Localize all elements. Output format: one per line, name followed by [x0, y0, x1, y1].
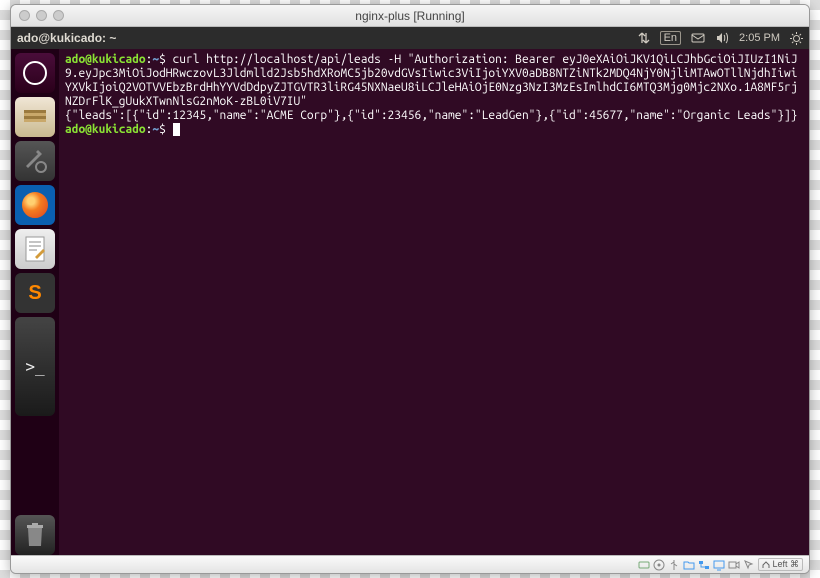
vm-window: nginx-plus [Running] ado@kukicado: ~ En … — [10, 4, 810, 574]
sb-display-icon[interactable] — [713, 559, 725, 571]
messaging-icon[interactable] — [691, 32, 705, 44]
terminal-icon[interactable]: >_ — [15, 317, 55, 416]
mac-titlebar: nginx-plus [Running] — [11, 5, 809, 27]
network-icon[interactable] — [636, 32, 650, 44]
command-text: curl http://localhost/api/leads -H "Auth… — [65, 53, 798, 108]
sb-hd-icon[interactable] — [638, 559, 650, 571]
clock[interactable]: 2:05 PM — [739, 32, 780, 44]
sb-net-icon[interactable] — [698, 559, 710, 571]
keyboard-indicator[interactable]: En — [660, 31, 681, 45]
ubuntu-desktop: ado@kukicado: ~ En 2:05 PM — [11, 27, 809, 555]
close-icon[interactable] — [19, 10, 30, 21]
firefox-icon[interactable] — [15, 185, 55, 225]
text-editor-icon[interactable] — [15, 229, 55, 269]
sb-mouse-icon[interactable] — [743, 559, 755, 571]
window-title: nginx-plus [Running] — [355, 9, 464, 23]
cursor — [173, 123, 180, 136]
prompt-user: ado@kukicado — [65, 123, 146, 136]
sb-camera-icon[interactable] — [728, 559, 740, 571]
minimize-icon[interactable] — [36, 10, 47, 21]
app-title: ado@kukicado: ~ — [17, 31, 116, 45]
mac-traffic-lights — [19, 10, 64, 21]
sb-usb-icon[interactable] — [668, 559, 680, 571]
sb-cd-icon[interactable] — [653, 559, 665, 571]
sublime-icon[interactable]: S — [15, 273, 55, 313]
unity-launcher: S >_ — [11, 49, 59, 555]
vm-statusbar: Left ⌘ — [11, 555, 809, 573]
sound-icon[interactable] — [715, 32, 729, 44]
files-icon[interactable] — [15, 97, 55, 137]
sb-folder-icon[interactable] — [683, 559, 695, 571]
trash-icon[interactable] — [15, 515, 55, 555]
top-menubar: ado@kukicado: ~ En 2:05 PM — [11, 27, 809, 49]
desktop-content: S >_ ado@kukicado:~$ curl http://localho… — [11, 49, 809, 555]
gear-icon[interactable] — [790, 32, 803, 45]
terminal-window[interactable]: ado@kukicado:~$ curl http://localhost/ap… — [59, 49, 809, 555]
prompt-user: ado@kukicado — [65, 53, 146, 66]
settings-icon[interactable] — [15, 141, 55, 181]
output-text: {"leads":[{"id":12345,"name":"ACME Corp"… — [65, 109, 798, 122]
dash-icon[interactable] — [15, 53, 55, 93]
sb-hostkey[interactable]: Left ⌘ — [758, 558, 803, 571]
zoom-icon[interactable] — [53, 10, 64, 21]
